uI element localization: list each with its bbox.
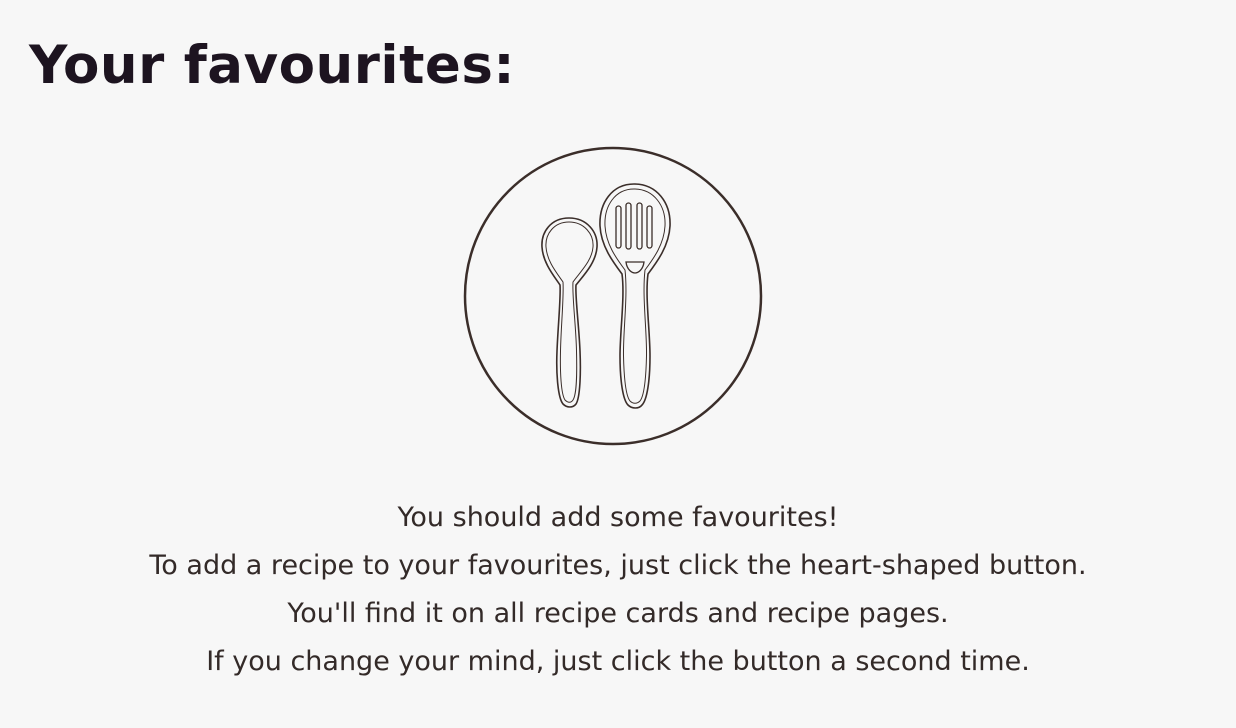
empty-state-message: You should add some favourites! To add a… xyxy=(0,494,1236,686)
empty-state-line-2: To add a recipe to your favourites, just… xyxy=(149,550,1087,581)
empty-state-line-3: You'll find it on all recipe cards and r… xyxy=(287,598,949,629)
page-title: Your favourites: xyxy=(29,35,516,96)
empty-state-line-1: You should add some favourites! xyxy=(397,502,839,533)
empty-state-line-4: If you change your mind, just click the … xyxy=(206,646,1030,677)
spoon-and-slotted-spoon-icon xyxy=(463,146,763,446)
empty-favourites-illustration xyxy=(462,146,764,446)
